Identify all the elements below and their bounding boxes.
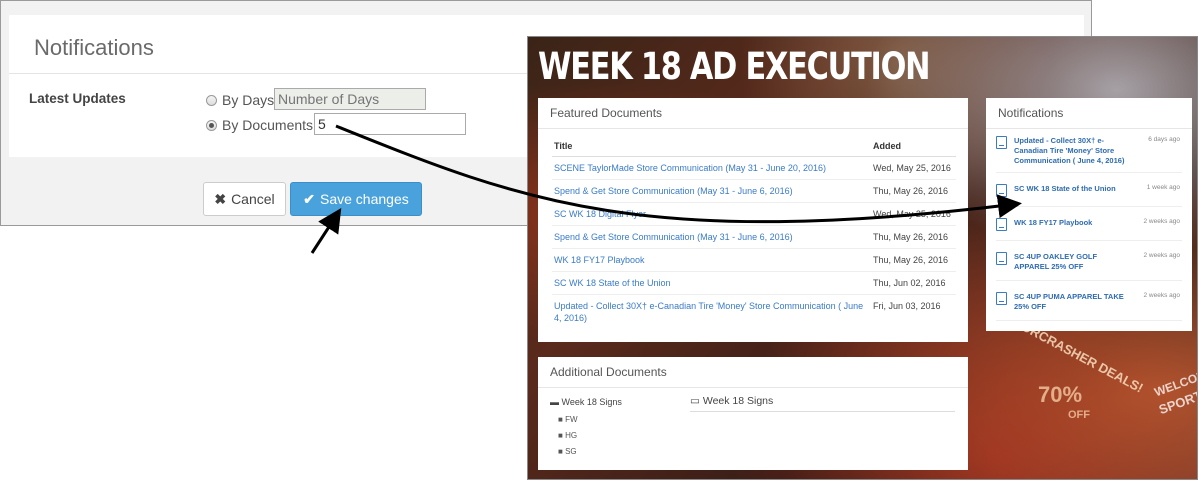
notification-item[interactable]: WK 18 FY17 Playbook 2 weeks ago (996, 218, 1182, 241)
table-row: Updated - Collect 30X† e-Canadian Tire '… (552, 295, 956, 330)
save-button-label: Save changes (320, 191, 409, 207)
date-added: Thu, Jun 02, 2016 (871, 271, 956, 295)
date-added: Wed, May 25, 2016 (871, 156, 956, 180)
close-icon: ✖ (214, 190, 227, 207)
notification-time: 6 days ago (1148, 136, 1180, 143)
number-of-documents-input[interactable] (314, 113, 466, 135)
date-added: Thu, May 26, 2016 (871, 225, 956, 249)
folder-open-icon: ▭ (690, 395, 703, 407)
notification-title[interactable]: SC WK 18 State of the Union (1014, 184, 1134, 194)
table-row: Spend & Get Store Communication (May 31 … (552, 225, 956, 249)
folder-name: SG (565, 447, 577, 456)
background-sign: OFF (1068, 409, 1090, 421)
document-link[interactable]: Spend & Get Store Communication (May 31 … (552, 225, 871, 249)
table-header-row: Title Added (552, 136, 956, 157)
featured-documents-heading: Featured Documents (538, 98, 968, 129)
settings-title: Notifications (34, 35, 154, 60)
notification-time: 2 weeks ago (1143, 218, 1181, 225)
featured-documents-card: Featured Documents Title Added SCENE Tay… (538, 98, 968, 342)
pdf-file-icon (996, 136, 1007, 149)
cancel-button[interactable]: ✖ Cancel (203, 182, 286, 216)
column-header-title: Title (552, 136, 871, 157)
by-days-radio[interactable] (206, 94, 217, 106)
folder-icon: ■ (558, 447, 566, 456)
notification-item[interactable]: Updated - Collect 30X† e-Canadian Tire '… (996, 136, 1182, 173)
latest-updates-label: Latest Updates (29, 91, 126, 106)
by-days-option[interactable]: By Days (206, 92, 274, 108)
additional-documents-card: Additional Documents ▬ Week 18 Signs ■ F… (538, 357, 968, 470)
document-link[interactable]: SC WK 18 State of the Union (552, 271, 871, 295)
notification-time: 2 weeks ago (1143, 252, 1181, 259)
document-link[interactable]: SC WK 18 Digital Flyer (552, 202, 871, 226)
folder-tree-root[interactable]: ▬ Week 18 Signs (550, 397, 622, 407)
folder-open-icon: ▬ (550, 397, 562, 407)
document-link[interactable]: WK 18 FY17 Playbook (552, 248, 871, 272)
table-row: Spend & Get Store Communication (May 31 … (552, 179, 956, 203)
folder-name: Week 18 Signs (702, 395, 774, 407)
date-added: Thu, May 26, 2016 (871, 248, 956, 272)
page-title: WEEK 18 AD EXECUTION (538, 45, 931, 88)
date-added: Wed, May 25, 2016 (871, 202, 956, 226)
table-row: SCENE TaylorMade Store Communication (Ma… (552, 156, 956, 180)
table-row: SC WK 18 Digital Flyer Wed, May 25, 2016 (552, 202, 956, 226)
portal-page-screenshot: DOORCRASHER DEALS! 70% OFF WELCOME SPORT… (527, 36, 1198, 480)
additional-documents-heading: Additional Documents (538, 357, 968, 388)
notification-title[interactable]: WK 18 FY17 Playbook (1014, 218, 1134, 228)
document-link[interactable]: Spend & Get Store Communication (May 31 … (552, 179, 871, 203)
notification-title[interactable]: SC 4UP OAKLEY GOLF APPAREL 25% OFF (1014, 252, 1134, 272)
notification-item[interactable]: SC 4UP OAKLEY GOLF APPAREL 25% OFF 2 wee… (996, 252, 1182, 281)
folder-tree-item[interactable]: ■ HG (558, 431, 577, 440)
by-documents-option[interactable]: By Documents (206, 117, 313, 133)
by-days-label: By Days (222, 92, 275, 108)
notification-title[interactable]: SC 4UP PUMA APPAREL TAKE 25% OFF (1014, 292, 1134, 312)
current-folder-header: ▭ Week 18 Signs (690, 395, 955, 412)
notification-item[interactable]: SC WK 18 State of the Union 1 week ago (996, 184, 1182, 207)
cancel-button-label: Cancel (231, 191, 275, 207)
folder-name: HG (565, 431, 578, 440)
checkmark-icon: ✔ (303, 190, 315, 207)
folder-tree-item[interactable]: ■ SG (558, 447, 577, 456)
background-sign: 70% (1038, 382, 1083, 407)
table-row: WK 18 FY17 Playbook Thu, May 26, 2016 (552, 248, 956, 272)
by-documents-radio[interactable] (206, 119, 217, 131)
folder-icon: ■ (558, 431, 566, 440)
date-added: Thu, May 26, 2016 (871, 179, 956, 203)
notifications-card: Notifications Updated - Collect 30X† e-C… (986, 98, 1192, 331)
folder-tree-item[interactable]: ■ FW (558, 415, 578, 424)
save-changes-button[interactable]: ✔ Save changes (290, 182, 422, 216)
number-of-days-input[interactable] (274, 88, 426, 110)
document-link[interactable]: SCENE TaylorMade Store Communication (Ma… (552, 156, 871, 180)
date-added: Fri, Jun 03, 2016 (873, 301, 941, 311)
notification-time: 2 weeks ago (1143, 292, 1181, 299)
notification-item[interactable]: SC 4UP PUMA APPAREL TAKE 25% OFF 2 weeks… (996, 292, 1182, 321)
notifications-heading: Notifications (986, 98, 1192, 129)
featured-documents-table: Title Added SCENE TaylorMade Store Commu… (552, 136, 956, 329)
table-row: SC WK 18 State of the Union Thu, Jun 02, … (552, 271, 956, 295)
folder-name: Week 18 Signs (561, 397, 622, 407)
pdf-file-icon (996, 252, 1007, 265)
notification-title[interactable]: Updated - Collect 30X† e-Canadian Tire '… (1014, 136, 1134, 166)
pdf-file-icon (996, 218, 1007, 231)
document-link[interactable]: Updated - Collect 30X† e-Canadian Tire '… (552, 295, 871, 330)
pdf-file-icon (996, 184, 1007, 197)
by-documents-label: By Documents (222, 117, 314, 133)
pdf-file-icon (996, 292, 1007, 305)
column-header-added: Added (871, 136, 956, 157)
folder-icon: ■ (558, 415, 566, 424)
folder-name: FW (565, 415, 578, 424)
notification-time: 1 week ago (1146, 184, 1180, 191)
